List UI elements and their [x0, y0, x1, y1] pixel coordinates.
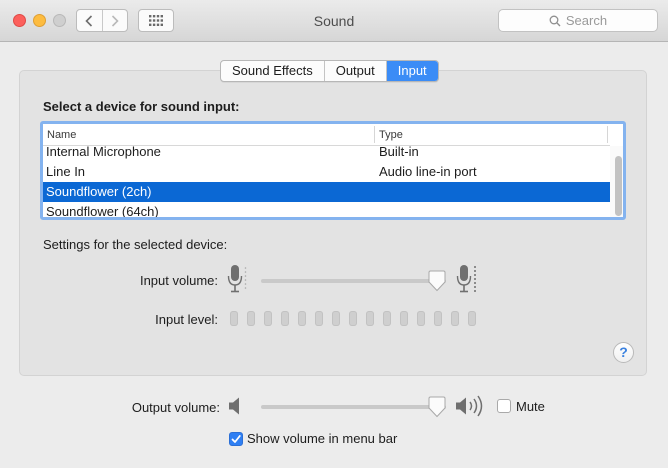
speaker-low-icon [229, 397, 239, 415]
table-row[interactable]: Line In Audio line-in port [43, 162, 610, 182]
microphone-low-icon [227, 265, 247, 293]
level-segment [264, 311, 272, 326]
show-volume-checkbox[interactable] [229, 432, 243, 446]
slider-thumb[interactable] [427, 396, 447, 418]
device-list-heading: Select a device for sound input: [43, 99, 240, 114]
output-volume-label: Output volume: [131, 400, 220, 415]
level-segment [298, 311, 306, 326]
mute-label: Mute [516, 399, 545, 414]
scrollbar-thumb[interactable] [615, 156, 622, 216]
level-segment [417, 311, 425, 326]
search-icon [549, 15, 561, 26]
level-segment [315, 311, 323, 326]
level-segment [383, 311, 391, 326]
microphone-high-icon [456, 265, 476, 293]
device-rows: Internal Microphone Built-in Line In Aud… [43, 142, 610, 219]
level-segment [332, 311, 340, 326]
level-segment [281, 311, 289, 326]
show-volume-label: Show volume in menu bar [247, 431, 398, 446]
search-field[interactable]: Search [498, 9, 658, 32]
level-segment [400, 311, 408, 326]
device-type: Audio line-in port [379, 164, 477, 179]
level-segment [366, 311, 374, 326]
tab-bar: Sound Effects Output Input [220, 60, 439, 82]
input-volume-label: Input volume: [139, 273, 218, 288]
title-bar: Sound Search [0, 0, 668, 42]
table-row-selected[interactable]: Soundflower (2ch) [43, 182, 610, 202]
device-name: Soundflower (64ch) [46, 204, 159, 219]
table-scrollbar[interactable] [610, 146, 623, 217]
slider-track [261, 405, 446, 409]
tab-output[interactable]: Output [323, 61, 386, 81]
column-divider [374, 126, 375, 143]
checkmark-icon [231, 435, 241, 443]
level-segment [230, 311, 238, 326]
mute-checkbox[interactable] [497, 399, 511, 413]
settings-label: Settings for the selected device: [43, 237, 228, 252]
input-volume-slider[interactable] [261, 270, 447, 292]
level-segment [434, 311, 442, 326]
speaker-high-icon [456, 395, 483, 417]
column-header-type[interactable]: Type [379, 129, 403, 141]
device-name: Soundflower (2ch) [46, 184, 152, 199]
table-row[interactable]: Soundflower (64ch) [43, 202, 610, 219]
input-level-label: Input level: [155, 312, 218, 327]
slider-track [261, 279, 446, 283]
help-button[interactable]: ? [613, 342, 634, 363]
column-header-name[interactable]: Name [47, 129, 76, 141]
level-segment [451, 311, 459, 326]
level-segment [468, 311, 476, 326]
tab-input[interactable]: Input [385, 61, 438, 81]
tab-content-panel [19, 70, 647, 376]
slider-thumb[interactable] [427, 270, 447, 292]
column-divider [607, 126, 608, 143]
device-name: Line In [46, 164, 86, 179]
level-segment [349, 311, 357, 326]
table-header: Name Type [43, 124, 610, 146]
input-level-meter [230, 311, 480, 327]
input-device-table[interactable]: Internal Microphone Built-in Line In Aud… [40, 121, 626, 220]
search-placeholder: Search [565, 13, 608, 28]
output-volume-slider[interactable] [261, 396, 447, 418]
level-segment [247, 311, 255, 326]
tab-sound-effects[interactable]: Sound Effects [221, 61, 324, 81]
